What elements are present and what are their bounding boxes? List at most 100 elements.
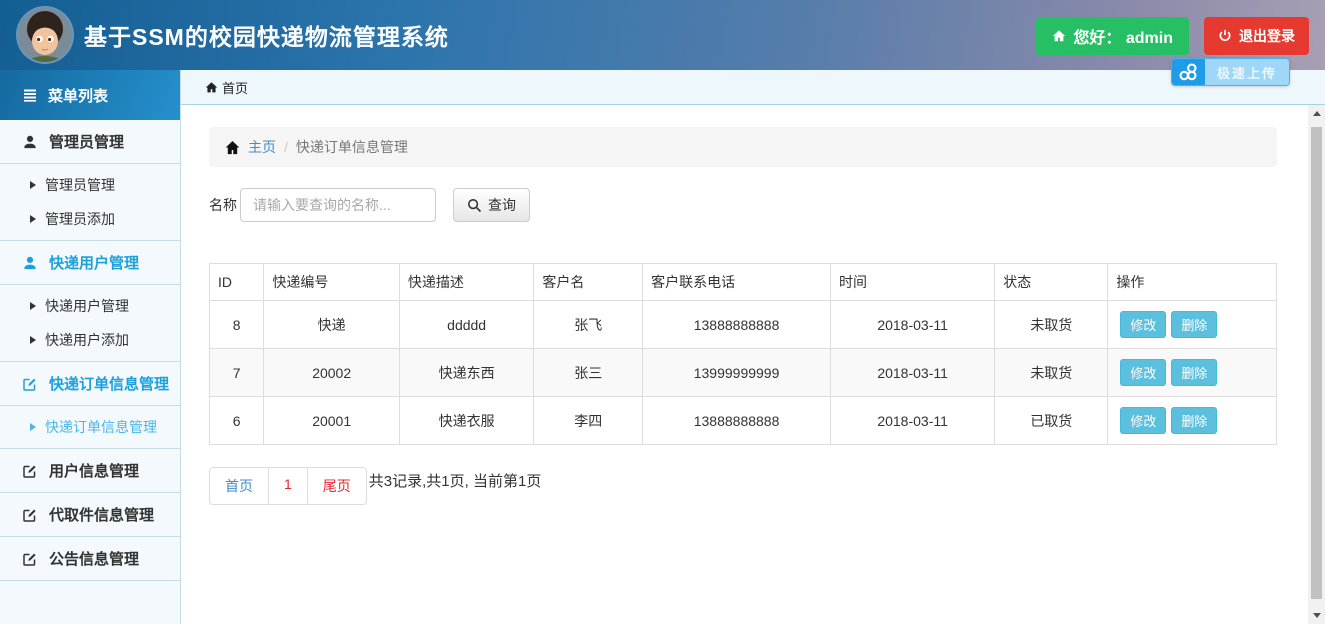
greeting-button[interactable]: 您好： admin — [1036, 17, 1189, 55]
cell-time: 2018-03-11 — [829, 300, 996, 349]
cloud-upload-widget[interactable]: 极速上传 — [1170, 58, 1290, 86]
sidebar-item-label: 快递订单信息管理 — [49, 376, 170, 393]
cloud-upload-label: 极速上传 — [1204, 59, 1289, 85]
vertical-scrollbar[interactable] — [1308, 105, 1325, 624]
cell-status: 未取货 — [994, 300, 1109, 349]
page-title: 基于SSM的校园快递物流管理系统 — [84, 24, 449, 50]
avatar-image — [18, 8, 72, 62]
header-actions: 您好： admin 退出登录 — [1036, 17, 1309, 55]
delete-button[interactable]: 删除 — [1171, 359, 1218, 386]
edit-button[interactable]: 修改 — [1120, 359, 1167, 386]
user-icon — [24, 256, 36, 269]
greeting-label: 您好： admin — [1073, 30, 1173, 47]
sidebar-subgroup-order-info: 快递订单信息管理 — [0, 406, 180, 449]
table-row: 7 20002 快递东西 张三 13999999999 2018-03-11 未… — [208, 348, 1277, 397]
sidebar-subgroup-admin: 管理员管理 管理员添加 — [0, 164, 180, 241]
cell-status: 已取货 — [994, 396, 1109, 445]
breadcrumb-separator: / — [284, 139, 288, 155]
scrollbar-thumb[interactable] — [1311, 127, 1322, 599]
sidebar-item-pickup-info-management[interactable]: 代取件信息管理 — [0, 493, 180, 537]
cell-customer: 张飞 — [533, 300, 644, 349]
cell-customer: 张三 — [533, 348, 644, 397]
sidebar-subitem-order-info-manage[interactable]: 快递订单信息管理 — [0, 410, 180, 444]
column-header-time: 时间 — [829, 263, 996, 301]
table-row: 6 20001 快递衣服 李四 13888888888 2018-03-11 已… — [208, 396, 1277, 445]
edit-button[interactable]: 修改 — [1120, 407, 1167, 434]
cell-phone: 13888888888 — [642, 396, 831, 445]
sidebar-item-label: 快递用户管理 — [49, 255, 140, 272]
pagination: 首页 1 尾页 — [209, 467, 367, 505]
sidebar-item-notice-info-management[interactable]: 公告信息管理 — [0, 537, 180, 581]
search-input[interactable] — [240, 188, 436, 222]
arrow-down-icon — [1312, 613, 1321, 618]
sidebar-item-admin-management[interactable]: 管理员管理 — [0, 120, 180, 164]
cell-actions: 修改 删除 — [1107, 300, 1277, 349]
logout-button[interactable]: 退出登录 — [1204, 17, 1309, 55]
caret-right-icon — [30, 423, 36, 431]
column-header-customer: 客户名 — [533, 263, 644, 301]
avatar — [18, 8, 72, 62]
sidebar-item-courier-user-management[interactable]: 快递用户管理 — [0, 241, 180, 285]
cell-actions: 修改 删除 — [1107, 396, 1277, 445]
table-row: 8 快递 ddddd 张飞 13888888888 2018-03-11 未取货… — [208, 300, 1277, 349]
home-icon — [205, 81, 218, 92]
cell-desc: ddddd — [398, 300, 535, 349]
pagination-row: 首页 1 尾页 共3记录,共1页, 当前第1页 — [209, 467, 1277, 505]
delete-button[interactable]: 删除 — [1171, 407, 1218, 434]
cell-id: 8 — [208, 300, 265, 349]
edit-button[interactable]: 修改 — [1120, 311, 1167, 338]
app-header: 基于SSM的校园快递物流管理系统 您好： admin 退出登录 — [0, 0, 1325, 70]
search-bar: 名称 查询 — [209, 188, 1277, 222]
edit-icon — [23, 509, 36, 522]
sidebar-subitem-label: 管理员管理 — [45, 177, 115, 193]
cell-status: 未取货 — [994, 348, 1109, 397]
sidebar-item-label: 代取件信息管理 — [49, 507, 155, 524]
cell-id: 7 — [208, 348, 265, 397]
page-first-button[interactable]: 首页 — [210, 468, 268, 504]
delete-button[interactable]: 删除 — [1171, 311, 1218, 338]
page-last-button[interactable]: 尾页 — [306, 468, 366, 504]
sidebar-subitem-courier-user-add[interactable]: 快递用户添加 — [0, 323, 180, 357]
scroll-up-button[interactable] — [1308, 105, 1325, 122]
home-icon — [225, 140, 240, 154]
column-header-id: ID — [208, 263, 265, 301]
sidebar-item-label: 管理员管理 — [49, 134, 125, 151]
cell-id: 6 — [208, 396, 265, 445]
sidebar-item-order-info-management[interactable]: 快递订单信息管理 — [0, 362, 180, 406]
sidebar-subgroup-courier-user: 快递用户管理 快递用户添加 — [0, 285, 180, 362]
table-header-row: ID 快递编号 快递描述 客户名 客户联系电话 时间 状态 操作 — [208, 263, 1277, 301]
sidebar-subitem-label: 快递订单信息管理 — [45, 419, 157, 435]
sidebar-subitem-courier-user-manage[interactable]: 快递用户管理 — [0, 289, 180, 323]
edit-icon — [23, 378, 36, 391]
breadcrumb-home-link[interactable]: 主页 — [248, 137, 276, 157]
caret-right-icon — [30, 302, 36, 310]
sidebar-subitem-admin-add[interactable]: 管理员添加 — [0, 202, 180, 236]
search-icon — [467, 198, 482, 212]
app-window: 基于SSM的校园快递物流管理系统 您好： admin 退出登录 极速上传 菜单列… — [0, 0, 1325, 624]
sidebar-header: 菜单列表 — [0, 70, 180, 120]
scroll-down-button[interactable] — [1308, 607, 1325, 624]
cell-code: 20002 — [263, 348, 400, 397]
content-panel: 主页 / 快递订单信息管理 名称 查询 — [181, 105, 1325, 505]
cell-desc: 快递衣服 — [398, 396, 535, 445]
breadcrumb-current: 快递订单信息管理 — [295, 139, 408, 155]
edit-icon — [23, 465, 36, 478]
sidebar-subitem-label: 快递用户添加 — [45, 332, 129, 348]
sidebar: 菜单列表 管理员管理 管理员管理 管理员添加 快递用户管理 快递用户管理 快递用… — [0, 70, 181, 624]
topbar-home-label[interactable]: 首页 — [222, 78, 248, 97]
edit-icon — [23, 553, 36, 566]
caret-right-icon — [30, 181, 36, 189]
sidebar-subitem-admin-manage[interactable]: 管理员管理 — [0, 168, 180, 202]
sidebar-item-label: 用户信息管理 — [49, 463, 140, 480]
main-area: 首页 主页 / 快递订单信息管理 名称 查询 — [181, 70, 1325, 624]
column-header-code: 快递编号 — [263, 263, 400, 301]
cloud-share-icon — [1171, 59, 1205, 85]
cell-phone: 13999999999 — [642, 348, 831, 397]
search-button[interactable]: 查询 — [453, 188, 530, 222]
list-icon — [24, 89, 36, 102]
sidebar-item-user-info-management[interactable]: 用户信息管理 — [0, 449, 180, 493]
search-button-label: 查询 — [488, 197, 516, 213]
cell-time: 2018-03-11 — [829, 348, 996, 397]
page-current[interactable]: 1 — [268, 468, 307, 504]
column-header-status: 状态 — [994, 263, 1109, 301]
